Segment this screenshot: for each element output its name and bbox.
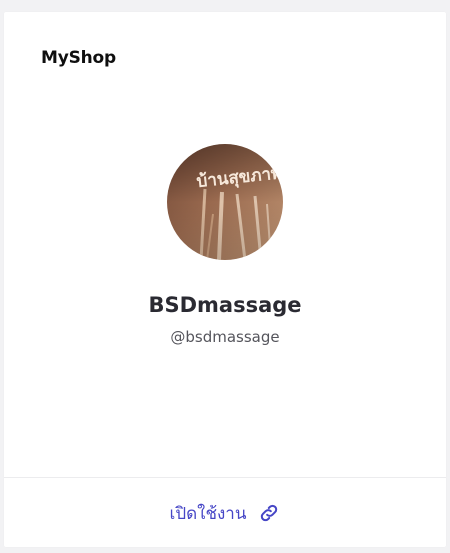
link-icon xyxy=(258,502,280,524)
open-link-button[interactable]: เปิดใช้งาน xyxy=(4,498,446,528)
divider xyxy=(4,477,446,478)
open-link-label: เปิดใช้งาน xyxy=(169,503,247,524)
shop-name: BSDmassage xyxy=(148,293,302,317)
avatar-image: บ้านสุขภาพดี xyxy=(167,144,283,260)
shop-handle: @bsdmassage xyxy=(170,328,280,346)
brand-logo: MyShop xyxy=(41,48,116,68)
shop-card: MyShop บ้านสุขภาพดี BSDmassage @bsdmassa… xyxy=(4,12,446,547)
avatar: บ้านสุขภาพดี xyxy=(167,144,283,260)
